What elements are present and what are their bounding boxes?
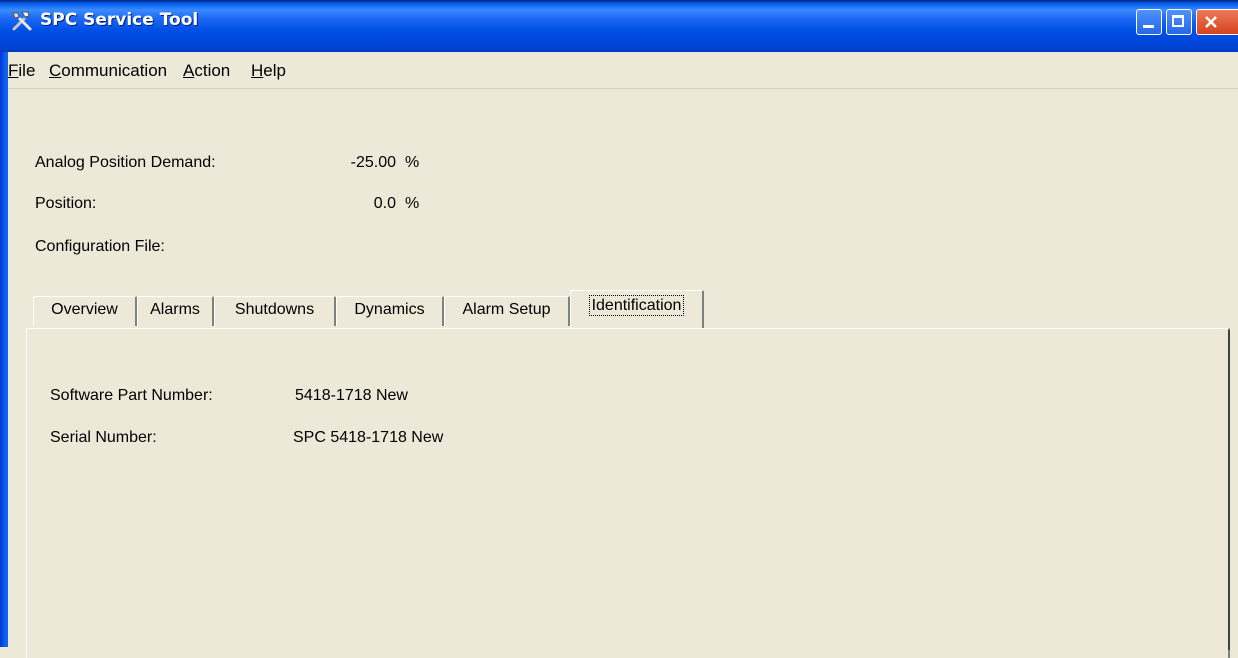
software-part-number-value: 5418-1718 New [295, 387, 408, 404]
tab-identification[interactable]: Identification [570, 290, 704, 328]
menu-bar: File Communication Action Help [8, 52, 1238, 89]
minimize-button[interactable] [1136, 9, 1162, 35]
tab-overview[interactable]: Overview [33, 296, 137, 326]
position-value: 0.0 [373, 195, 396, 212]
configuration-file-label: Configuration File: [35, 238, 165, 255]
maximize-button[interactable] [1166, 9, 1192, 35]
software-part-number-label: Software Part Number: [50, 387, 213, 404]
close-icon [1205, 16, 1217, 28]
tab-alarm-setup[interactable]: Alarm Setup [444, 296, 570, 326]
analog-position-demand-value: -25.00 [350, 154, 396, 171]
tab-dynamics[interactable]: Dynamics [336, 296, 444, 326]
menu-help[interactable]: Help [251, 61, 286, 81]
serial-number-label: Serial Number: [50, 429, 157, 446]
panel-shadow [1228, 330, 1230, 650]
identification-panel: Software Part Number: 5418-1718 New Seri… [26, 328, 1230, 658]
analog-position-demand-unit: % [405, 154, 420, 171]
window-title: SPC Service Tool [40, 10, 199, 30]
position-unit: % [405, 195, 420, 212]
close-button[interactable] [1196, 9, 1238, 35]
maximize-icon [1172, 15, 1184, 27]
serial-number-value: SPC 5418-1718 New [293, 429, 444, 446]
position-label: Position: [35, 195, 97, 212]
title-bar[interactable]: SPC Service Tool [0, 0, 1238, 52]
tools-icon [12, 11, 32, 31]
tab-alarms[interactable]: Alarms [137, 296, 214, 326]
menu-action[interactable]: Action [183, 61, 230, 81]
window-frame-left [0, 52, 8, 647]
analog-position-demand-label: Analog Position Demand: [35, 154, 216, 171]
app-window: SPC Service Tool File Communication Acti… [0, 0, 1238, 658]
tab-shutdowns[interactable]: Shutdowns [214, 296, 336, 326]
menu-communication[interactable]: Communication [49, 61, 167, 81]
tab-strip: Overview Alarms Shutdowns Dynamics Alarm… [8, 290, 1230, 330]
minimize-icon [1143, 25, 1154, 28]
menu-file[interactable]: File [8, 61, 35, 81]
